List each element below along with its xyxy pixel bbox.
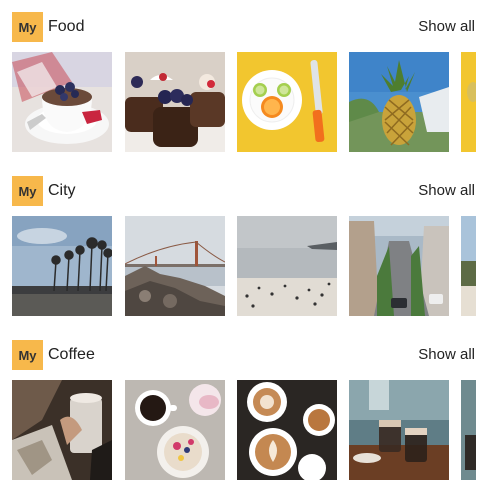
album-section-food: My Food Show all xyxy=(0,12,487,162)
section-title: Food xyxy=(48,18,85,35)
photo-thumbnail[interactable] xyxy=(349,380,449,480)
section-header: My Food Show all xyxy=(12,12,475,42)
cafe-glasses-photo xyxy=(349,380,449,480)
photo-thumbnail[interactable] xyxy=(461,216,476,316)
show-all-link[interactable]: Show all xyxy=(418,182,475,199)
photo-thumbnail[interactable] xyxy=(125,52,225,152)
photo-thumbnail[interactable] xyxy=(12,52,112,152)
section-title: Coffee xyxy=(48,346,95,363)
city-street-photo xyxy=(349,216,449,316)
photo-thumbnail[interactable] xyxy=(12,380,112,480)
album-section-coffee: My Coffee Show all xyxy=(0,340,487,490)
section-header: My City Show all xyxy=(12,176,475,206)
cupcakes-photo xyxy=(125,52,225,152)
photo-thumbnail[interactable] xyxy=(461,380,476,480)
my-badge: My xyxy=(12,340,43,370)
food-photo-partial xyxy=(461,52,476,152)
show-all-link[interactable]: Show all xyxy=(418,18,475,35)
latte-art-photo xyxy=(237,380,337,480)
photo-thumbnail[interactable] xyxy=(125,216,225,316)
citrus-plate-photo xyxy=(237,52,337,152)
photo-thumbnail[interactable] xyxy=(12,216,112,316)
my-badge: My xyxy=(12,12,43,42)
section-header: My Coffee Show all xyxy=(12,340,475,370)
photo-thumbnail[interactable] xyxy=(237,216,337,316)
coffee-photo-partial xyxy=(461,380,476,480)
section-title: City xyxy=(48,182,76,199)
album-section-city: My City Show all xyxy=(0,176,487,326)
golden-gate-photo xyxy=(125,216,225,316)
hand-coffee-photo xyxy=(12,380,112,480)
photo-thumbnail[interactable] xyxy=(125,380,225,480)
coffee-cup-photo xyxy=(12,52,112,152)
photo-thumbnail[interactable] xyxy=(237,380,337,480)
beach-photo xyxy=(237,216,337,316)
coffee-cake-photo xyxy=(125,380,225,480)
city-photo-partial xyxy=(461,216,476,316)
palm-trees-photo xyxy=(12,216,112,316)
photo-thumbnail[interactable] xyxy=(237,52,337,152)
my-badge: My xyxy=(12,176,43,206)
photo-thumbnail[interactable] xyxy=(461,52,476,152)
photo-thumbnail[interactable] xyxy=(349,52,449,152)
pineapple-photo xyxy=(349,52,449,152)
show-all-link[interactable]: Show all xyxy=(418,346,475,363)
photo-thumbnail[interactable] xyxy=(349,216,449,316)
